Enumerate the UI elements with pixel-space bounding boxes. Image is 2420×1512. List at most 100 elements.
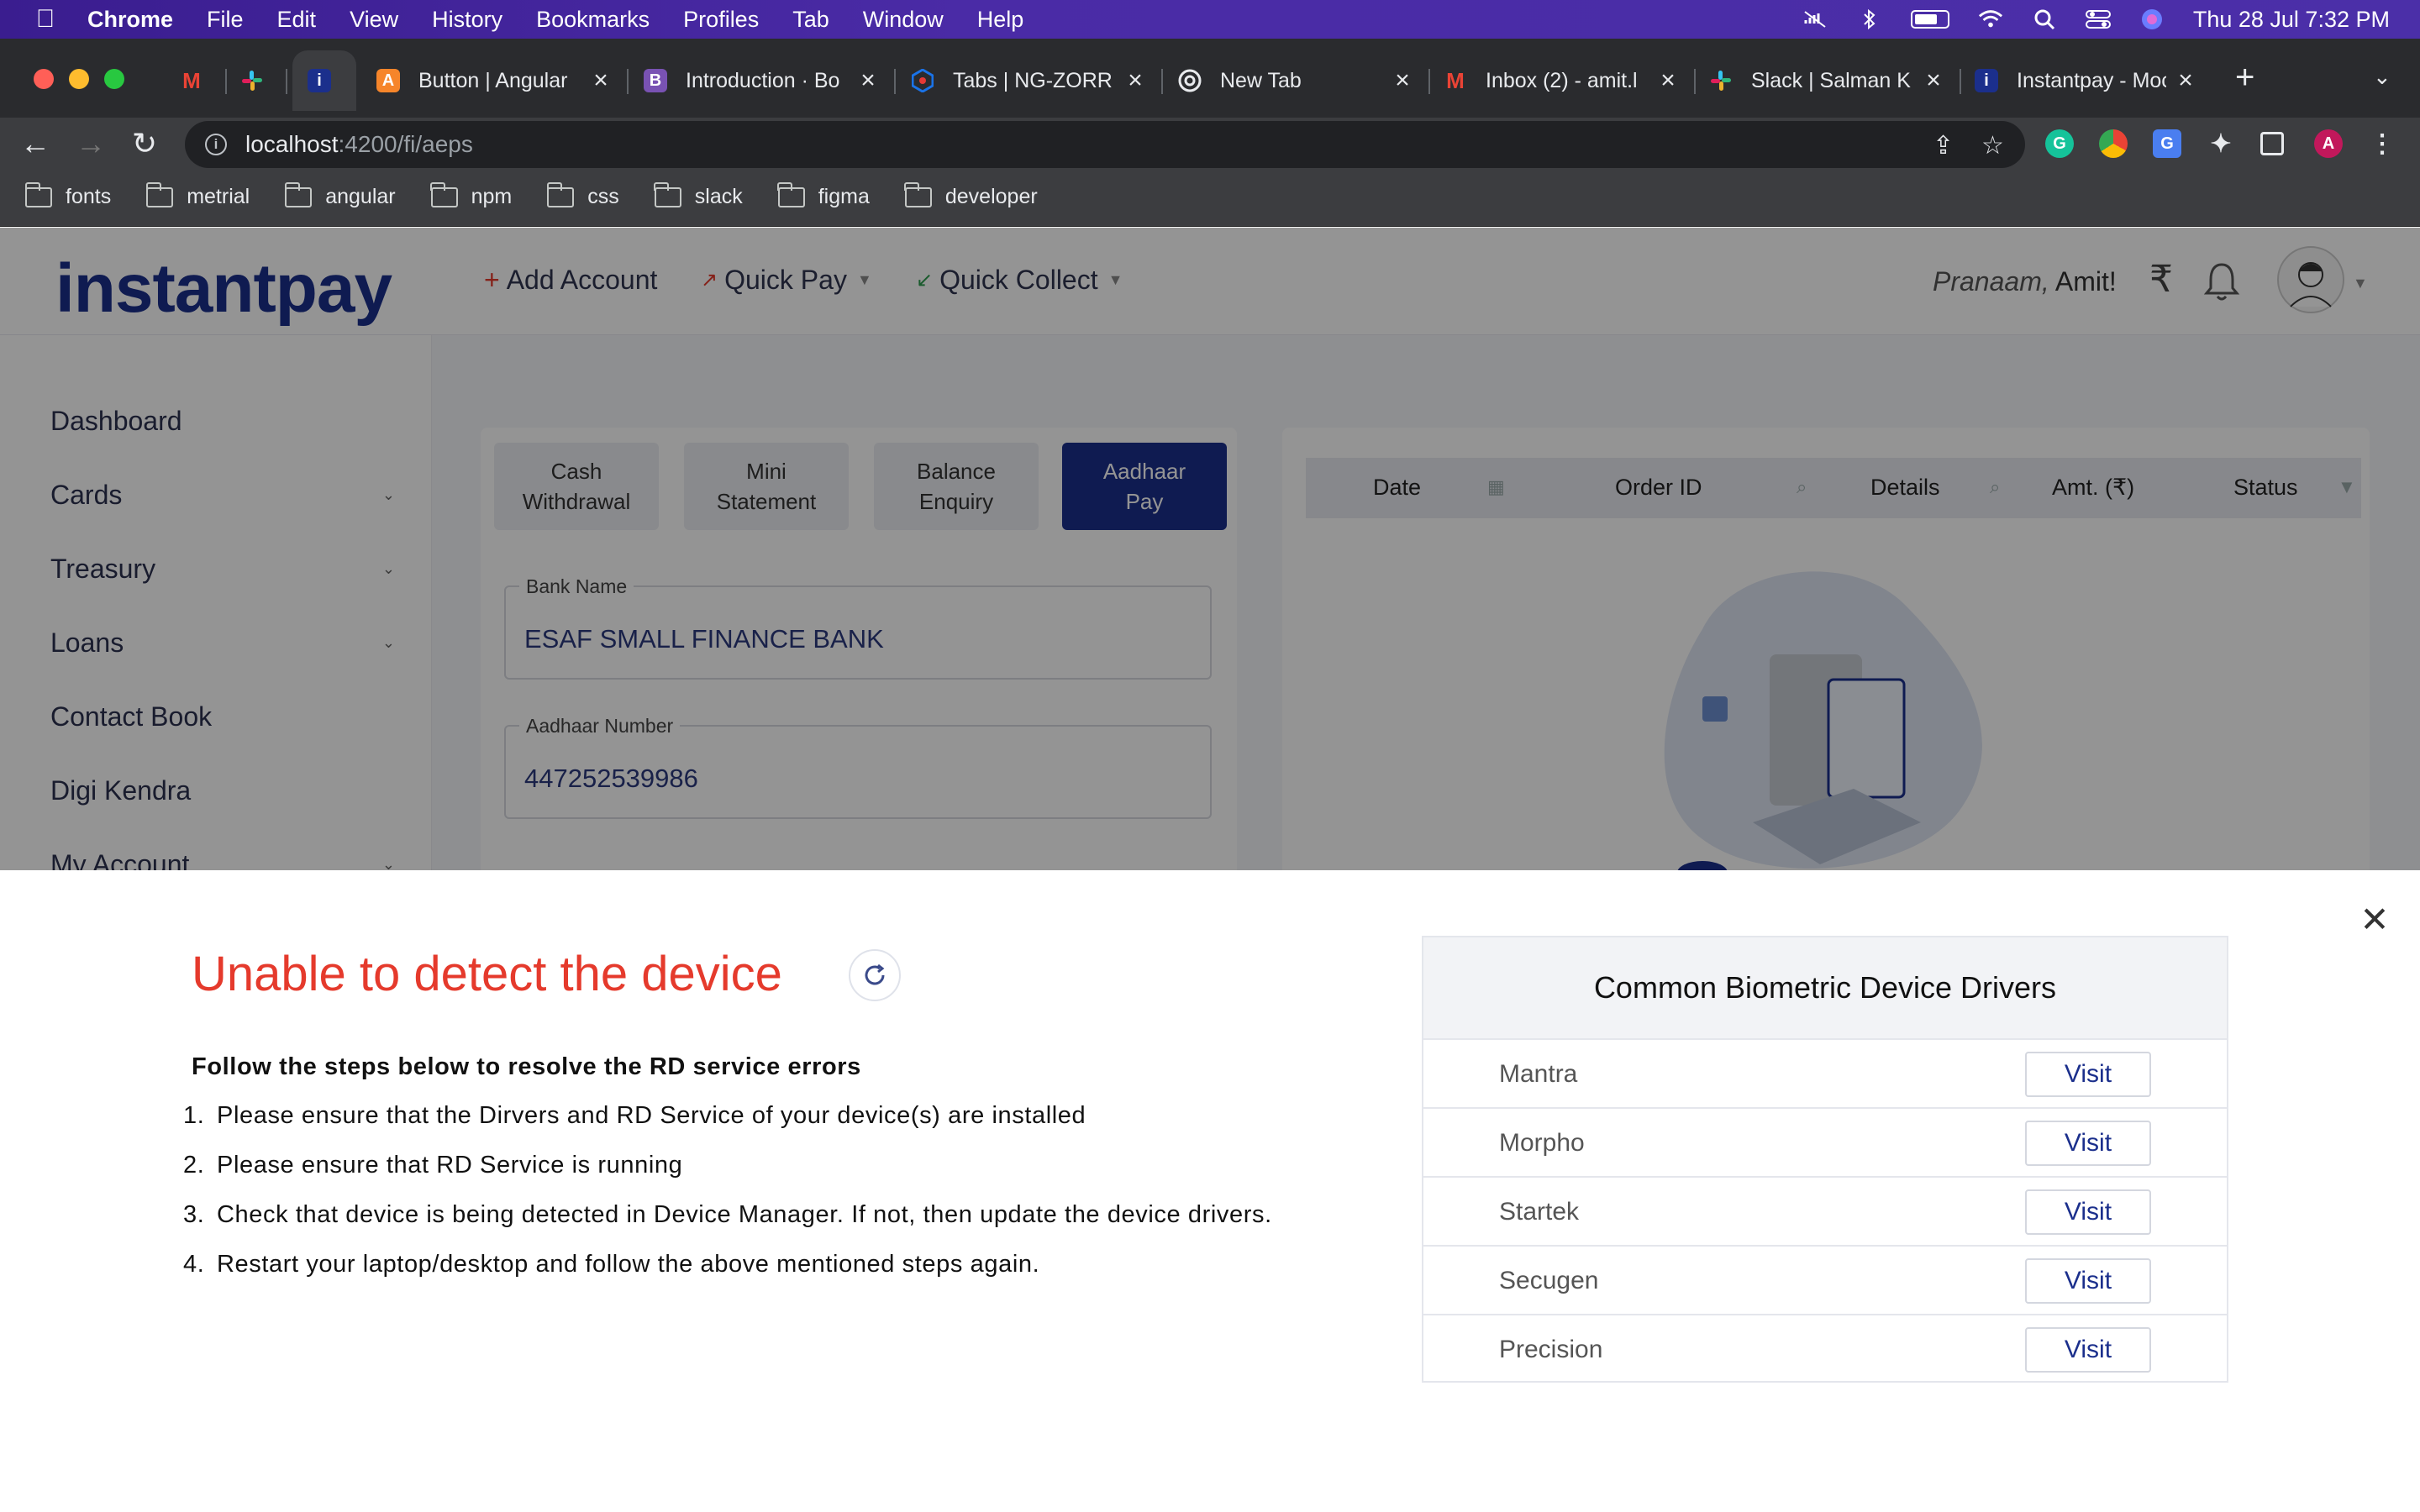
menu-edit[interactable]: Edit: [277, 7, 317, 33]
instantpay-icon: i: [1975, 69, 1998, 92]
driver-row-morpho: Morpho Visit: [1423, 1109, 2227, 1178]
menu-help[interactable]: Help: [977, 7, 1024, 33]
driver-name: Mantra: [1499, 1060, 1578, 1088]
visit-startek-button[interactable]: Visit: [2025, 1189, 2151, 1235]
mute-icon[interactable]: [1803, 10, 1828, 29]
menu-history[interactable]: History: [432, 7, 502, 33]
tab-title: Button | Angular: [418, 68, 568, 92]
driver-name: Startek: [1499, 1198, 1580, 1226]
steps-list: 1. Please ensure that the Dirvers and RD …: [183, 1097, 1343, 1295]
gmail-icon: M: [182, 67, 201, 93]
menu-tab[interactable]: Tab: [792, 7, 829, 33]
driver-row-secugen: Secugen Visit: [1423, 1247, 2227, 1315]
tab-slack-salman[interactable]: Slack | Salman K ×: [1694, 50, 1961, 111]
visit-precision-button[interactable]: Visit: [2025, 1327, 2151, 1373]
tab-introduction-bootstrap[interactable]: B Introduction · Bo ×: [629, 50, 896, 111]
menu-window[interactable]: Window: [863, 7, 944, 33]
folder-icon: [24, 181, 52, 207]
site-info-icon[interactable]: i: [205, 134, 227, 155]
bookmark-folder-npm[interactable]: npm: [430, 181, 512, 209]
bluetooth-icon[interactable]: [1857, 8, 1882, 30]
tab-button-angular[interactable]: A Button | Angular ×: [361, 50, 629, 111]
drivers-table: Common Biometric Device Drivers Mantra V…: [1422, 936, 2228, 1383]
bookmark-folder-angular[interactable]: angular: [284, 181, 396, 209]
menu-bookmarks[interactable]: Bookmarks: [536, 7, 650, 33]
siri-icon[interactable]: [2139, 9, 2165, 29]
window-close-button[interactable]: [34, 69, 54, 89]
slack-icon: [240, 69, 264, 92]
menu-file[interactable]: File: [207, 7, 244, 33]
battery-icon[interactable]: [1910, 10, 1949, 29]
tab-ng-zorro[interactable]: Tabs | NG-ZORR ×: [896, 50, 1163, 111]
tab-close-icon[interactable]: ×: [1657, 66, 1679, 95]
chrome-menu-kebab-icon[interactable]: ⋮: [2368, 129, 2396, 158]
translate-extension-icon[interactable]: G: [2153, 129, 2181, 158]
bookmark-folder-slack[interactable]: slack: [654, 181, 743, 209]
bookmark-folder-developer[interactable]: developer: [904, 181, 1038, 209]
bookmark-folder-css[interactable]: css: [546, 181, 619, 209]
menu-profiles[interactable]: Profiles: [683, 7, 759, 33]
new-tab-plus-icon[interactable]: +: [2235, 59, 2254, 97]
window-zoom-button[interactable]: [104, 69, 124, 89]
tab-close-icon[interactable]: ×: [590, 66, 612, 95]
tab-close-icon[interactable]: ×: [2175, 66, 2196, 95]
driver-row-startek: Startek Visit: [1423, 1178, 2227, 1247]
profile-avatar[interactable]: A: [2314, 129, 2343, 158]
control-center-icon[interactable]: [2085, 10, 2111, 29]
address-bar[interactable]: i localhost:4200/fi/aeps ⇪ ☆: [185, 121, 2025, 168]
bookmark-folder-figma[interactable]: figma: [777, 181, 870, 209]
ng-zorro-icon: [911, 69, 934, 92]
tab-close-icon[interactable]: ×: [1392, 66, 1413, 95]
tab-slack-pinned[interactable]: [225, 50, 287, 111]
bookmark-folder-fonts[interactable]: fonts: [24, 181, 111, 209]
tab-title: Inbox (2) - amit.l: [1486, 68, 1638, 92]
menubar-clock[interactable]: Thu 28 Jul 7:32 PM: [2193, 7, 2390, 33]
steps-heading: Follow the steps below to resolve the RD…: [192, 1053, 861, 1080]
folder-icon: [654, 181, 681, 207]
close-icon[interactable]: ✕: [2358, 899, 2391, 940]
visit-morpho-button[interactable]: Visit: [2025, 1121, 2151, 1166]
tab-title: Introduction · Bo: [686, 68, 840, 92]
tab-close-icon[interactable]: ×: [1923, 66, 1944, 95]
folder-icon: [546, 181, 575, 207]
visit-secugen-button[interactable]: Visit: [2025, 1258, 2151, 1304]
tab-title: Instantpay - Moc: [2017, 68, 2166, 92]
refresh-icon[interactable]: [849, 949, 901, 1001]
folder-icon: [145, 181, 174, 207]
tab-new-tab[interactable]: New Tab ×: [1163, 50, 1430, 111]
step-item: 3. Check that device is being detected in…: [183, 1201, 1272, 1228]
driver-name: Precision: [1499, 1336, 1603, 1363]
menu-app-name[interactable]: Chrome: [87, 7, 173, 33]
apple-icon[interactable]: : [29, 5, 62, 34]
extensions-puzzle-icon[interactable]: ✦: [2207, 129, 2235, 158]
grammarly-extension-icon[interactable]: G: [2045, 129, 2074, 158]
menu-view[interactable]: View: [350, 7, 398, 33]
folder-icon: [777, 181, 805, 207]
browser-toolbar: ← → ↻ i localhost:4200/fi/aeps ⇪ ☆ G G ✦…: [0, 118, 2420, 168]
wifi-icon[interactable]: [1978, 10, 2003, 29]
bookmark-star-icon[interactable]: ☆: [1981, 131, 2004, 160]
address-url[interactable]: localhost:4200/fi/aeps: [245, 131, 473, 158]
share-icon[interactable]: ⇪: [1933, 131, 1954, 160]
error-title: Unable to detect the device: [192, 947, 782, 1001]
tab-close-icon[interactable]: ×: [857, 66, 879, 95]
tab-close-icon[interactable]: ×: [1124, 66, 1146, 95]
driver-name: Morpho: [1499, 1129, 1585, 1157]
color-picker-extension-icon[interactable]: [2099, 129, 2128, 158]
tab-search-chevron-icon[interactable]: ⌄: [2373, 64, 2391, 90]
tab-instantpay-mock[interactable]: i Instantpay - Moc ×: [1960, 50, 2212, 111]
tab-instantpay-pinned[interactable]: i: [292, 50, 356, 111]
bookmark-folder-metrial[interactable]: metrial: [145, 181, 250, 209]
tab-inbox-gmail[interactable]: M Inbox (2) - amit.l ×: [1428, 50, 1696, 111]
instantpay-icon: i: [308, 69, 331, 92]
side-panel-icon[interactable]: [2260, 132, 2284, 155]
spotlight-search-icon[interactable]: [2032, 9, 2057, 30]
tab-title: Tabs | NG-ZORR: [953, 68, 1113, 92]
visit-mantra-button[interactable]: Visit: [2025, 1052, 2151, 1097]
window-minimize-button[interactable]: [69, 69, 89, 89]
tab-gmail-pinned[interactable]: M: [165, 50, 227, 111]
back-arrow-icon[interactable]: ←: [18, 126, 52, 161]
reload-icon[interactable]: ↻: [128, 126, 161, 161]
forward-arrow-icon[interactable]: →: [74, 126, 108, 161]
driver-row-mantra: Mantra Visit: [1423, 1040, 2227, 1109]
